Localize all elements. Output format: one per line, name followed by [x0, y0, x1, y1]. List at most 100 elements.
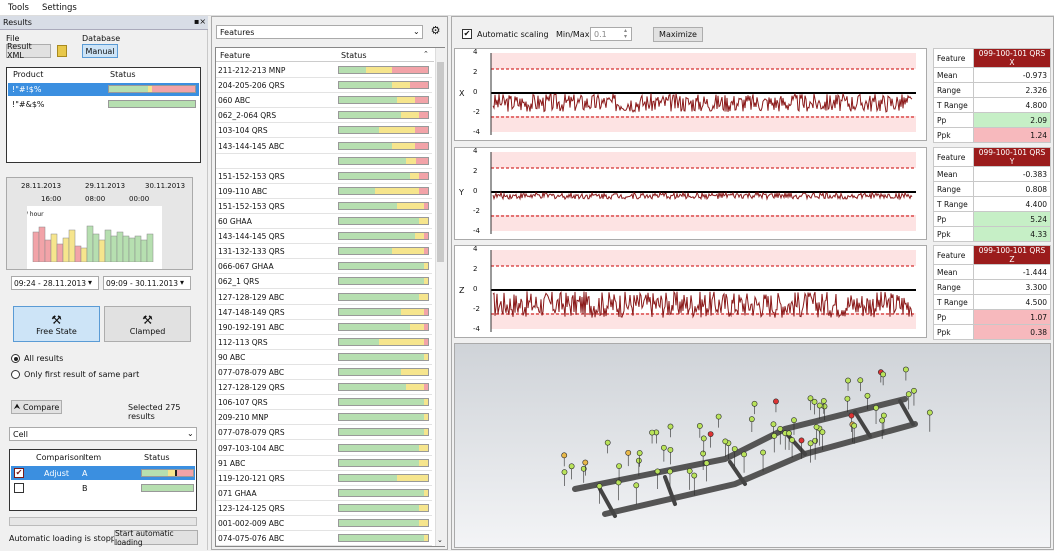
- feature-row[interactable]: 066-067 GHAA: [216, 259, 432, 275]
- feature-row[interactable]: 103-104 QRS: [216, 123, 432, 139]
- minmax-input[interactable]: 0.1 ▴ ▾: [590, 27, 632, 41]
- feature-row[interactable]: 071 GHAA: [216, 485, 432, 501]
- stat-label: Range: [933, 82, 974, 98]
- stat-label: Mean: [933, 166, 974, 182]
- feature-row[interactable]: 127-128-129 QRS: [216, 380, 432, 396]
- control-chart-y[interactable]: 4 2 0 -2 -4 Y: [454, 147, 927, 240]
- feature-status-bar: [338, 322, 429, 331]
- feature-row[interactable]: 077-078-079 ABC: [216, 365, 432, 380]
- control-chart-x[interactable]: 4 2 0 -2 -4 X: [454, 48, 927, 141]
- feature-row[interactable]: 151-152-153 QRS: [216, 168, 432, 184]
- feature-row[interactable]: 190-192-191 ABC: [216, 319, 432, 335]
- comparison-status-bar: [141, 484, 194, 492]
- compare-button[interactable]: ⮝ Compare: [11, 400, 62, 414]
- all-results-radio[interactable]: [11, 354, 20, 363]
- feature-row[interactable]: 147-148-149 QRS: [216, 304, 432, 320]
- stat-label: Ppk: [933, 127, 974, 143]
- feature-row[interactable]: 062_1 QRS: [216, 274, 432, 290]
- feature-row[interactable]: 204-205-206 QRS: [216, 78, 432, 94]
- chevron-down-icon: ⌄: [413, 27, 420, 36]
- feature-name: 062_2-064 QRS: [218, 111, 277, 121]
- feature-name: 097-103-104 ABC: [218, 443, 285, 453]
- feature-row[interactable]: 211-212-213 MNP: [216, 63, 432, 78]
- spinner-icon[interactable]: ▴ ▾: [624, 28, 627, 40]
- stat-mean-value: -0.973: [973, 67, 1051, 83]
- comparison-row[interactable]: ✔ Adjust A: [11, 466, 195, 480]
- feature-row[interactable]: 91 ABC: [216, 455, 432, 471]
- 3d-model-view[interactable]: [454, 343, 1051, 548]
- feature-row[interactable]: 143-144-145 ABC: [216, 138, 432, 154]
- feature-row[interactable]: 60 GHAA: [216, 214, 432, 229]
- pin-icon[interactable]: ▪×: [194, 17, 206, 26]
- maximize-button[interactable]: Maximize: [653, 27, 703, 42]
- feature-row[interactable]: 127-128-129 ABC: [216, 289, 432, 305]
- feature-row[interactable]: 060 ABC: [216, 93, 432, 109]
- feature-row[interactable]: 106-107 QRS: [216, 395, 432, 411]
- feature-row[interactable]: 001-002-009 ABC: [216, 516, 432, 531]
- time-histogram[interactable]: 28.11.2013 29.11.2013 30.11.2013 16:00 0…: [6, 177, 193, 270]
- feature-row[interactable]: 074-075-076 ABC: [216, 531, 432, 547]
- result-xml-button[interactable]: Result XML: [6, 42, 51, 60]
- feature-row[interactable]: 209-210 MNP: [216, 410, 432, 426]
- menu-tools[interactable]: Tools: [8, 3, 29, 13]
- feature-name: 151-152-153 QRS: [218, 201, 285, 211]
- checkbox-unchecked[interactable]: [14, 483, 24, 493]
- feature-row[interactable]: 097-103-104 ABC: [216, 440, 432, 456]
- manual-button[interactable]: Manual: [82, 44, 118, 58]
- to-date-picker[interactable]: 09:09 - 30.11.2013 ▾: [103, 276, 191, 290]
- feature-row[interactable]: 90 ABC: [216, 349, 432, 365]
- feature-status-bar: [338, 217, 429, 225]
- feature-name: 103-104 QRS: [218, 126, 268, 136]
- feature-status-bar: [338, 488, 429, 497]
- feature-row[interactable]: 099-100-101 QRS: [216, 153, 432, 169]
- product-row[interactable]: !"#!$%: [8, 83, 199, 96]
- product-row[interactable]: !"#&$%: [8, 98, 199, 111]
- feature-row[interactable]: 143-144-145 QRS: [216, 229, 432, 245]
- feature-row[interactable]: 062_2-064 QRS: [216, 108, 432, 124]
- cell-dropdown[interactable]: Cell ⌄: [9, 427, 197, 441]
- feature-row[interactable]: 131-132-133 QRS: [216, 244, 432, 260]
- calendar-icon[interactable]: ▾: [88, 278, 92, 287]
- feature-status-bar: [338, 171, 429, 180]
- feature-row[interactable]: 151-152-153 QRS: [216, 198, 432, 214]
- from-date-picker[interactable]: 09:24 - 28.11.2013 ▾: [11, 276, 99, 290]
- feature-name: 001-002-009 ABC: [218, 519, 285, 528]
- stats-table-y: Feature 099-100-101 QRS Y Mean -0.383 Range 0…: [933, 147, 1051, 242]
- gear-icon[interactable]: ⚙: [428, 25, 443, 39]
- folder-icon[interactable]: [57, 45, 67, 57]
- feature-name: 209-210 MNP: [218, 413, 269, 423]
- stat-label: T Range: [933, 294, 974, 310]
- first-result-radio[interactable]: [11, 370, 20, 379]
- comparison-row[interactable]: B: [11, 481, 195, 495]
- start-auto-loading-button[interactable]: Start automatic loading: [114, 529, 198, 547]
- auto-scaling-label: Automatic scaling: [477, 30, 549, 39]
- results-panel: Results ▪× File Database Result XML Manu…: [0, 16, 208, 550]
- sort-icon[interactable]: ⌃: [423, 50, 429, 58]
- features-panel: Features ⌄ ⚙ Feature Status ⌃ 211-212-21…: [211, 16, 448, 550]
- feature-row[interactable]: 123-124-125 QRS: [216, 500, 432, 516]
- auto-scaling-checkbox[interactable]: ✔: [462, 29, 472, 39]
- feature-status-bar: [338, 352, 429, 361]
- scroll-down-icon[interactable]: ⌄: [437, 536, 443, 544]
- feature-row[interactable]: 077-078-079 QRS: [216, 425, 432, 441]
- control-chart-z[interactable]: 4 2 0 -2 -4 Z: [454, 245, 927, 338]
- stats-table-z: Feature 099-100-101 QRS Z Mean -1.444 Range 3…: [933, 245, 1051, 340]
- free-state-button[interactable]: ⚒ Free State: [13, 306, 100, 342]
- calendar-icon[interactable]: ▾: [180, 278, 184, 287]
- comparison-item: A: [82, 469, 88, 478]
- y-tick: 0: [473, 88, 478, 96]
- feature-status-bar: [338, 337, 429, 346]
- menu-settings[interactable]: Settings: [42, 3, 77, 13]
- comparison-col-header: Comparison: [36, 453, 84, 462]
- checkbox-checked[interactable]: ✔: [14, 468, 24, 478]
- feature-row[interactable]: 112-113 QRS: [216, 334, 432, 350]
- feature-row[interactable]: 109-110 ABC: [216, 183, 432, 199]
- feature-row[interactable]: 119-120-121 QRS: [216, 470, 432, 486]
- clamped-button[interactable]: ⚒ Clamped: [104, 306, 191, 342]
- scrollbar[interactable]: ⌄: [435, 48, 445, 546]
- feature-status-bar: [338, 413, 429, 422]
- scrollbar-thumb[interactable]: [437, 62, 444, 262]
- feature-status-bar: [338, 277, 429, 286]
- feature-name: 127-128-129 ABC: [218, 292, 285, 302]
- features-dropdown[interactable]: Features ⌄: [216, 25, 423, 39]
